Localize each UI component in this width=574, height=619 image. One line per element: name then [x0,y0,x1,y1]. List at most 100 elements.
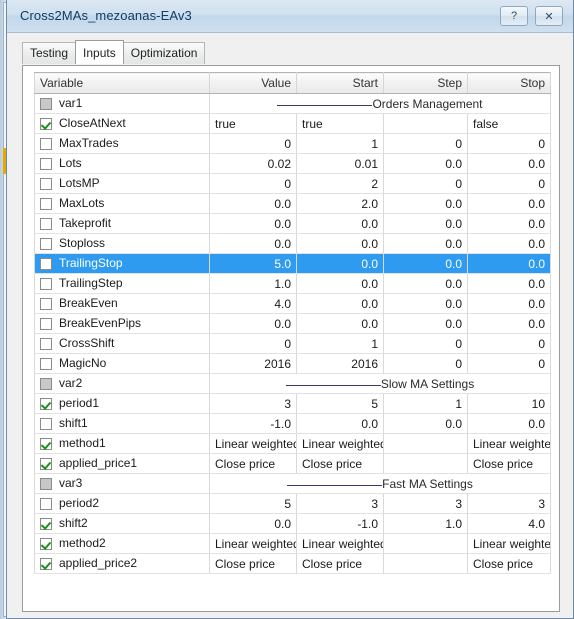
cell-value[interactable]: Close price [209,453,297,474]
optimize-checkbox[interactable] [40,118,52,130]
cell-stop[interactable]: Close price [467,453,551,474]
optimize-checkbox[interactable] [40,338,52,350]
optimize-checkbox[interactable] [40,178,52,190]
table-row[interactable]: period1 3 5 1 10 [34,393,551,414]
cell-step[interactable]: 0.0 [383,213,468,234]
cell-start[interactable]: 0.01 [296,153,384,174]
cell-step[interactable]: 0 [383,333,468,354]
cell-step[interactable] [383,453,468,474]
table-row[interactable]: method1 Linear weighted Linear weighted Lin… [34,433,551,454]
cell-start[interactable]: Close price [296,453,384,474]
cell-value[interactable]: 0.0 [209,213,297,234]
optimize-checkbox[interactable] [40,138,52,150]
tab-inputs[interactable]: Inputs [75,40,124,64]
optimize-checkbox[interactable] [40,538,52,550]
optimize-checkbox[interactable] [40,458,52,470]
cell-value[interactable]: 0.0 [209,233,297,254]
table-row[interactable]: method2 Linear weighted Linear weighted Lin… [34,533,551,554]
cell-step[interactable] [383,113,468,134]
optimize-checkbox[interactable] [40,318,52,330]
table-row[interactable]: MagicNo 2016 2016 0 0 [34,353,551,374]
cell-value[interactable]: 0.0 [209,193,297,214]
cell-step[interactable]: 0.0 [383,273,468,294]
cell-step[interactable] [383,433,468,454]
optimize-checkbox[interactable] [40,418,52,430]
cell-stop[interactable]: 0 [467,133,551,154]
table-row[interactable]: MaxTrades 0 1 0 0 [34,133,551,154]
cell-step[interactable]: 0.0 [383,153,468,174]
cell-step[interactable]: 0 [383,353,468,374]
table-row[interactable]: Lots 0.02 0.01 0.0 0.0 [34,153,551,174]
cell-step[interactable] [383,533,468,554]
cell-stop[interactable]: Close price [467,553,551,574]
tab-optimization[interactable]: Optimization [122,42,206,64]
optimize-checkbox[interactable] [40,358,52,370]
cell-start[interactable]: 1 [296,333,384,354]
cell-step[interactable]: 0.0 [383,313,468,334]
cell-value[interactable]: 1.0 [209,273,297,294]
cell-value[interactable]: Linear weighted [209,433,297,454]
cell-step[interactable]: 0 [383,173,468,194]
cell-start[interactable]: 0.0 [296,253,384,274]
cell-start[interactable]: 0.0 [296,293,384,314]
cell-stop[interactable]: 3 [467,493,551,514]
column-header-stop[interactable]: Stop [467,72,551,94]
cell-step[interactable]: 0.0 [383,293,468,314]
column-header-start[interactable]: Start [296,72,384,94]
column-header-step[interactable]: Step [383,72,468,94]
column-header-variable[interactable]: Variable [34,72,210,94]
tab-testing[interactable]: Testing [22,42,77,64]
cell-value[interactable]: 3 [209,393,297,414]
table-row[interactable]: Takeprofit 0.0 0.0 0.0 0.0 [34,213,551,234]
cell-step[interactable]: 0.0 [383,233,468,254]
cell-stop[interactable]: Linear weighted [467,433,551,454]
cell-step[interactable] [383,553,468,574]
table-row[interactable]: period2 5 3 3 3 [34,493,551,514]
cell-value[interactable]: 0.0 [209,513,297,534]
cell-value[interactable]: 2016 [209,353,297,374]
optimize-checkbox[interactable] [40,158,52,170]
table-row[interactable]: var1 Orders Management [34,93,551,114]
cell-stop[interactable]: 0.0 [467,213,551,234]
table-row[interactable]: BreakEven 4.0 0.0 0.0 0.0 [34,293,551,314]
table-row[interactable]: TrailingStep 1.0 0.0 0.0 0.0 [34,273,551,294]
cell-stop[interactable]: 0 [467,333,551,354]
cell-start[interactable]: Linear weighted [296,533,384,554]
cell-value[interactable]: 0 [209,173,297,194]
cell-value[interactable]: Linear weighted [209,533,297,554]
cell-start[interactable]: Close price [296,553,384,574]
cell-start[interactable]: 2016 [296,353,384,374]
cell-value[interactable]: 0 [209,133,297,154]
column-header-value[interactable]: Value [209,72,297,94]
cell-stop[interactable]: 10 [467,393,551,414]
table-row[interactable]: applied_price1 Close price Close price Clos… [34,453,551,474]
help-button[interactable]: ? [500,6,528,26]
cell-stop[interactable]: 0.0 [467,413,551,434]
cell-step[interactable]: 0.0 [383,193,468,214]
cell-stop[interactable]: 0.0 [467,233,551,254]
cell-step[interactable]: 0.0 [383,413,468,434]
cell-start[interactable]: true [296,113,384,134]
cell-start[interactable]: 0.0 [296,313,384,334]
table-row[interactable]: applied_price2 Close price Close price Clos… [34,553,551,574]
cell-stop[interactable]: 0 [467,173,551,194]
cell-step[interactable]: 1.0 [383,513,468,534]
cell-step[interactable]: 0.0 [383,253,468,274]
optimize-checkbox[interactable] [40,298,52,310]
cell-stop[interactable]: 0.0 [467,293,551,314]
cell-stop[interactable]: Linear weighted [467,533,551,554]
table-row[interactable]: shift1 -1.0 0.0 0.0 0.0 [34,413,551,434]
cell-value[interactable]: -1.0 [209,413,297,434]
cell-step[interactable]: 0 [383,133,468,154]
cell-stop[interactable]: 0.0 [467,313,551,334]
cell-stop[interactable]: 0.0 [467,253,551,274]
cell-start[interactable]: 0.0 [296,413,384,434]
cell-value[interactable]: 0.0 [209,313,297,334]
cell-start[interactable]: 2.0 [296,193,384,214]
optimize-checkbox[interactable] [40,518,52,530]
cell-stop[interactable]: 0 [467,353,551,374]
table-row[interactable]: LotsMP 0 2 0 0 [34,173,551,194]
cell-start[interactable]: Linear weighted [296,433,384,454]
cell-step[interactable]: 1 [383,393,468,414]
cell-start[interactable]: 3 [296,493,384,514]
